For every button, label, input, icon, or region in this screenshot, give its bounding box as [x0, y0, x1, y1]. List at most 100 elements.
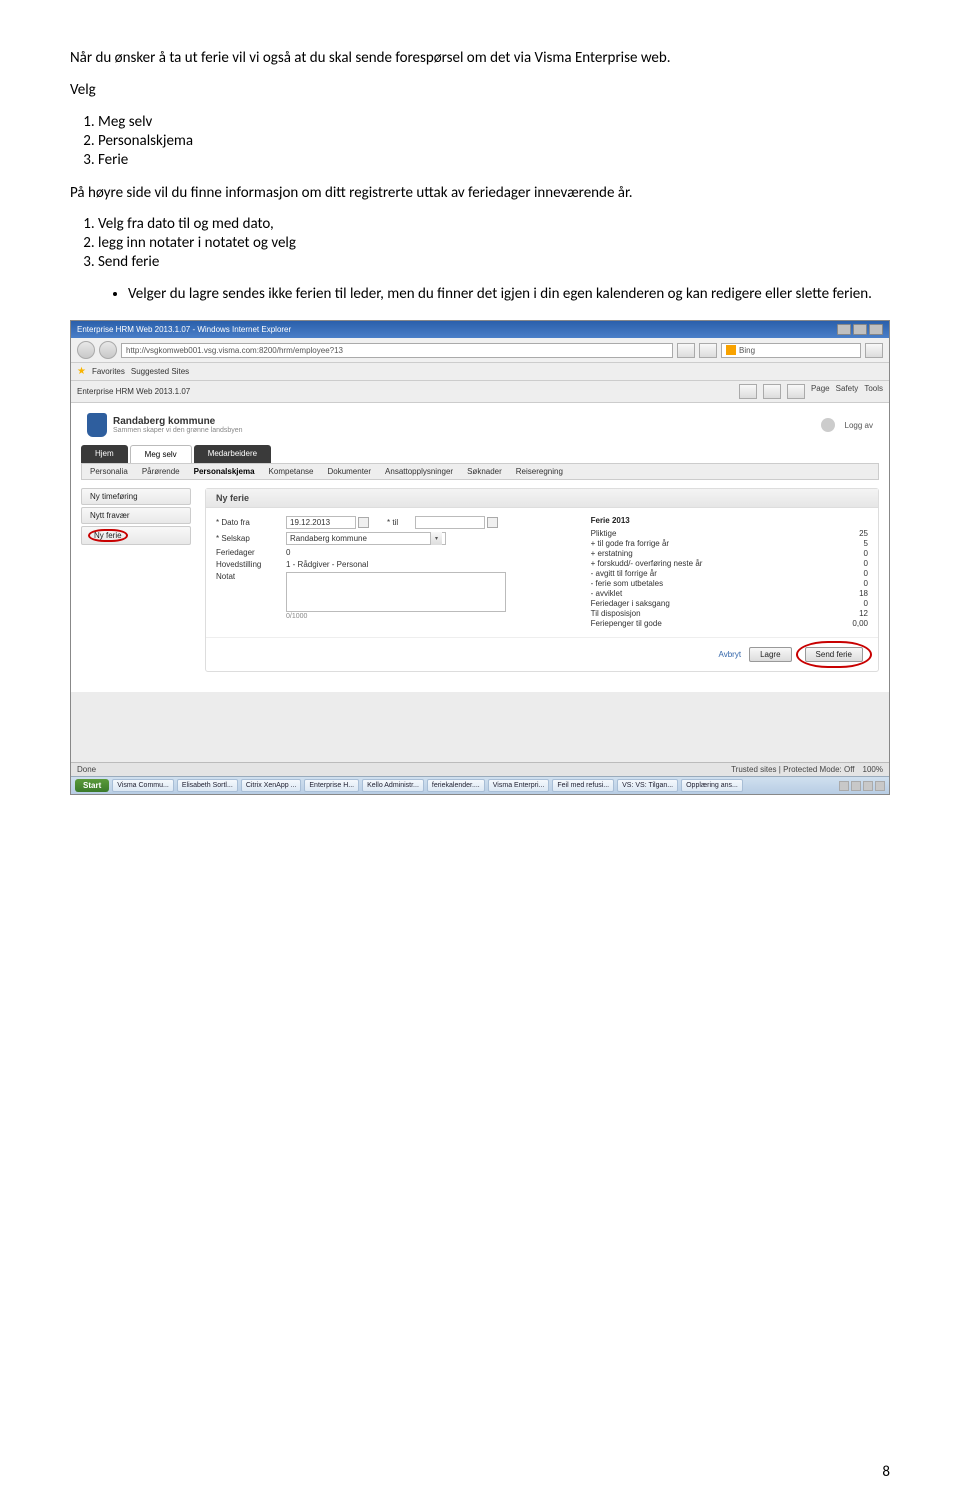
taskbar-item[interactable]: Citrix XenApp ... — [241, 779, 302, 792]
mail-icon[interactable] — [787, 384, 805, 399]
taskbar-item[interactable]: Kello Administr... — [362, 779, 424, 792]
tab-strip: Enterprise HRM Web 2013.1.07 Page Safety… — [71, 381, 889, 403]
bing-icon — [726, 345, 736, 355]
start-button[interactable]: Start — [75, 779, 109, 792]
balance-row: + erstatning 0 — [591, 549, 868, 558]
calendar-icon[interactable] — [358, 517, 369, 528]
browser-tab[interactable]: Enterprise HRM Web 2013.1.07 — [77, 387, 190, 396]
municipality-crest-icon — [87, 413, 107, 437]
status-trusted: Trusted sites | Protected Mode: Off — [731, 765, 854, 774]
balance-label: - avgitt til forrige år — [591, 569, 657, 578]
value-feriedager: 0 — [286, 548, 290, 557]
page-menu[interactable]: Page — [811, 384, 830, 399]
minimize-icon[interactable] — [837, 324, 851, 335]
favorites-icon[interactable]: ★ — [77, 366, 86, 377]
feed-icon[interactable] — [763, 384, 781, 399]
input-dato-til[interactable] — [415, 516, 485, 529]
taskbar: Start Visma Commu...Elisabeth Sortl...Ci… — [71, 776, 889, 794]
subnav-parorende[interactable]: Pårørende — [142, 467, 180, 476]
balance-value: 25 — [859, 529, 868, 538]
balance-row: + forskudd/- overføring neste år0 — [591, 559, 868, 568]
tray-icon[interactable] — [863, 781, 873, 791]
cancel-link[interactable]: Avbryt — [719, 650, 742, 659]
label-feriedager: Feriedager — [216, 548, 286, 557]
balance-label: Feriedager i saksgang — [591, 599, 670, 608]
brand-slogan: Sammen skaper vi den grønne landsbyen — [113, 427, 243, 434]
balance-row: - avgitt til forrige år0 — [591, 569, 868, 578]
subnav-dokumenter[interactable]: Dokumenter — [327, 467, 371, 476]
favorites-label[interactable]: Favorites — [92, 367, 125, 376]
sidebar-ny-timeforing[interactable]: Ny timeføring — [81, 488, 191, 505]
taskbar-item[interactable]: Visma Commu... — [112, 779, 174, 792]
form-panel: Ny ferie * Dato fra 19.12.2013 * til — [205, 488, 879, 672]
balance-value: 0 — [864, 559, 868, 568]
suggested-sites[interactable]: Suggested Sites — [131, 367, 189, 376]
app-body: Randaberg kommune Sammen skaper vi den g… — [71, 403, 889, 692]
calendar-icon[interactable] — [487, 517, 498, 528]
sidebar-ny-ferie[interactable]: Ny ferie — [81, 526, 191, 545]
select-selskap[interactable]: Randaberg kommune — [286, 532, 446, 545]
status-zoom[interactable]: 100% — [863, 765, 883, 774]
label-hovedstilling: Hovedstilling — [216, 560, 286, 569]
search-input[interactable]: Bing — [721, 343, 861, 358]
taskbar-item[interactable]: Feil med refusi... — [552, 779, 614, 792]
balance-value: 0 — [864, 579, 868, 588]
tray-icon[interactable] — [851, 781, 861, 791]
red-highlight-ring: Ny ferie — [88, 529, 128, 542]
balance-row: Feriepenger til gode0,00 — [591, 619, 868, 628]
taskbar-item[interactable]: Enterprise H... — [304, 779, 359, 792]
taskbar-item[interactable]: Opplæring ans... — [681, 779, 743, 792]
balance-value: 18 — [859, 589, 868, 598]
textarea-notat[interactable] — [286, 572, 506, 612]
back-button[interactable] — [77, 341, 95, 359]
tab-medarbeidere[interactable]: Medarbeidere — [194, 445, 271, 463]
chevron-down-icon[interactable] — [430, 532, 442, 545]
tray-icon[interactable] — [875, 781, 885, 791]
gear-icon[interactable] — [821, 418, 835, 432]
url-input[interactable]: http://vsgkomweb001.vsg.visma.com:8200/h… — [121, 343, 673, 358]
forward-button[interactable] — [99, 341, 117, 359]
stop-button[interactable] — [699, 343, 717, 358]
refresh-button[interactable] — [677, 343, 695, 358]
logoff-link[interactable]: Logg av — [845, 421, 873, 430]
tab-meg-selv[interactable]: Meg selv — [130, 445, 192, 463]
sidebar-nytt-fravaer[interactable]: Nytt fravær — [81, 507, 191, 524]
input-dato-fra[interactable]: 19.12.2013 — [286, 516, 356, 529]
subnav-personalskjema[interactable]: Personalskjema — [194, 467, 255, 476]
balance-label: - ferie som utbetales — [591, 579, 663, 588]
tray-icon[interactable] — [839, 781, 849, 791]
search-button[interactable] — [865, 343, 883, 358]
tab-hjem[interactable]: Hjem — [81, 445, 128, 463]
address-bar: http://vsgkomweb001.vsg.visma.com:8200/h… — [71, 338, 889, 363]
subnav-personalia[interactable]: Personalia — [90, 467, 128, 476]
subnav-ansatt[interactable]: Ansattopplysninger — [385, 467, 453, 476]
taskbar-item[interactable]: feriekalender.... — [427, 779, 485, 792]
balance-row: Feriedager i saksgang0 — [591, 599, 868, 608]
subnav-reise[interactable]: Reiseregning — [516, 467, 563, 476]
taskbar-item[interactable]: VS: VS: Tilgan... — [617, 779, 678, 792]
balance-heading: Ferie 2013 — [591, 516, 868, 525]
balance-value: 0 — [864, 549, 868, 558]
safety-menu[interactable]: Safety — [836, 384, 859, 399]
subnav-soknader[interactable]: Søknader — [467, 467, 502, 476]
taskbar-item[interactable]: Elisabeth Sortl... — [177, 779, 238, 792]
tools-menu[interactable]: Tools — [864, 384, 883, 399]
label-dato-fra: * Dato fra — [216, 518, 286, 527]
label-selskap: * Selskap — [216, 534, 286, 543]
taskbar-item[interactable]: Visma Enterpri... — [488, 779, 550, 792]
subnav-kompetanse[interactable]: Kompetanse — [269, 467, 314, 476]
home-icon[interactable] — [739, 384, 757, 399]
middle-paragraph: På høyre side vil du finne informasjon o… — [70, 183, 890, 203]
window-titlebar: Enterprise HRM Web 2013.1.07 - Windows I… — [71, 321, 889, 338]
balance-row: + til gode fra forrige år5 — [591, 539, 868, 548]
balance-label: + erstatning — [591, 549, 633, 558]
save-button[interactable]: Lagre — [749, 647, 791, 662]
balance-row: Pliktige25 — [591, 529, 868, 538]
balance-row: Til disposisjon12 — [591, 609, 868, 618]
close-icon[interactable] — [869, 324, 883, 335]
maximize-icon[interactable] — [853, 324, 867, 335]
first-ordered-list: Meg selv Personalskjema Ferie — [98, 113, 890, 169]
send-ferie-button[interactable]: Send ferie — [805, 647, 863, 662]
balance-value: 5 — [864, 539, 868, 548]
action-row: Avbryt Lagre Send ferie — [206, 637, 878, 671]
